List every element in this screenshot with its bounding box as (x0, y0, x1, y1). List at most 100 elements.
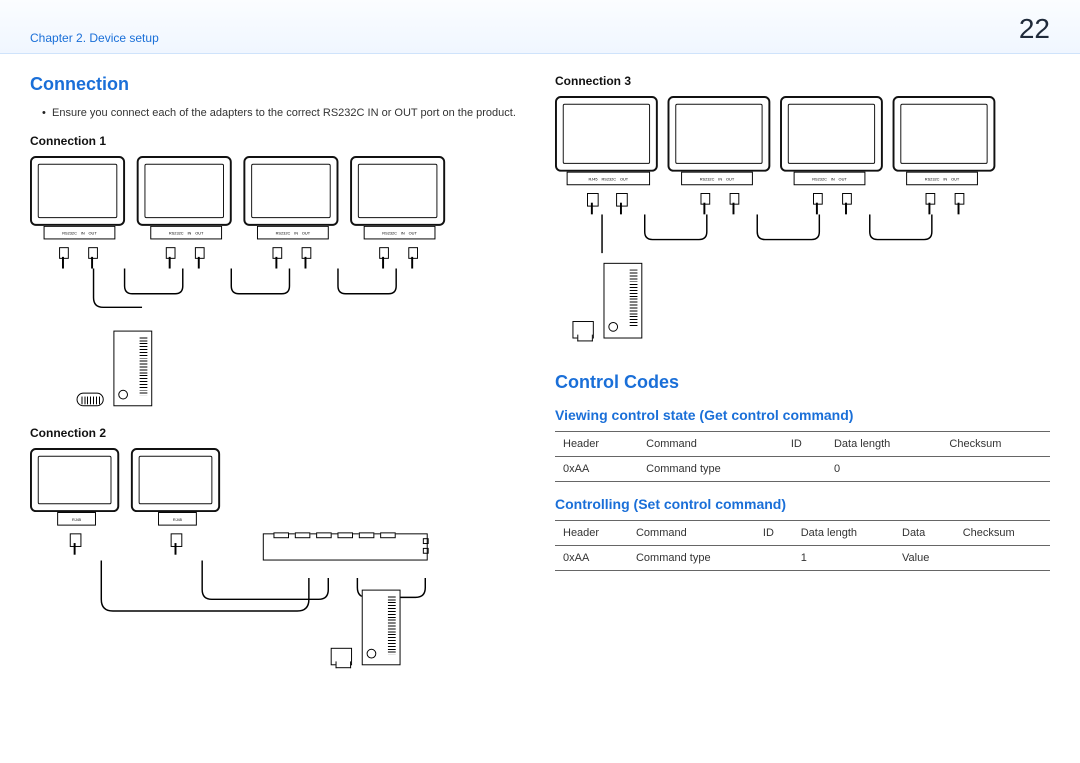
rs232c-port-plate: RS232C IN OUT (150, 225, 222, 239)
display-unit: RS232C IN OUT (668, 96, 771, 172)
connection-2-title: Connection 2 (30, 426, 525, 440)
plug-pair (243, 247, 338, 268)
rs232c-port-plate: RS232C IN OUT (794, 172, 866, 186)
page-header: Chapter 2. Device setup 22 (0, 0, 1080, 54)
lan-connector-icon (331, 647, 352, 664)
control-codes-heading: Control Codes (555, 372, 1050, 393)
plug-icon (954, 193, 964, 214)
cable-diagram (30, 268, 510, 326)
lan-plug (30, 533, 119, 560)
connection-notes: Ensure you connect each of the adapters … (30, 105, 525, 122)
get-command-heading: Viewing control state (Get control comma… (555, 407, 1050, 423)
plug-icon (841, 193, 851, 214)
port-label-out: OUT (726, 176, 734, 181)
table-row: 0xAA Command type 0 (555, 457, 1050, 482)
display-unit: RJ45 RS232C OUT (555, 96, 658, 172)
table-cell: 0 (826, 457, 941, 482)
col-header: Command (638, 432, 783, 457)
cable-diagram (30, 560, 510, 628)
table-cell: 1 (793, 546, 894, 571)
port-label-in: IN (401, 230, 405, 235)
col-header: Checksum (955, 521, 1050, 546)
connection-3-screens: RJ45 RS232C OUT RS232C IN OUT RS232C (555, 96, 995, 172)
plug-icon (301, 247, 311, 268)
port-label-rj45: RJ45 (72, 516, 81, 521)
table-cell: 0xAA (555, 457, 638, 482)
rs232c-port-plate: RS232C IN OUT (681, 172, 753, 186)
mixed-port-plate: RJ45 RS232C OUT (567, 172, 650, 186)
rs232c-port-plate: RS232C IN OUT (44, 225, 116, 239)
table-cell (755, 546, 793, 571)
chapter-label: Chapter 2. Device setup (30, 13, 159, 45)
plug-icon (729, 193, 739, 214)
port-label-rs232c: RS232C (700, 176, 715, 181)
connection-heading: Connection (30, 74, 525, 95)
rs232c-port-plate: RS232C IN OUT (364, 225, 436, 239)
connection-2-screens: RJ45 RJ45 (30, 448, 220, 512)
table-header-row: Header Command ID Data length Checksum (555, 432, 1050, 457)
set-command-heading: Controlling (Set control command) (555, 496, 1050, 512)
port-label-rs232c: RS232C (601, 176, 616, 181)
port-label-out: OUT (195, 230, 203, 235)
table-row: 0xAA Command type 1 Value (555, 546, 1050, 571)
port-label-in: IN (718, 176, 722, 181)
plug-icon (407, 247, 417, 268)
rs232c-port-plate: RS232C IN OUT (257, 225, 329, 239)
col-header: ID (783, 432, 826, 457)
plug-icon (58, 247, 68, 268)
port-label-in: IN (943, 176, 947, 181)
port-label-rs232c: RS232C (276, 230, 291, 235)
port-label-rs232c: RS232C (62, 230, 77, 235)
col-header: Header (555, 432, 638, 457)
display-unit: RS232C IN OUT (137, 156, 232, 226)
display-unit: RS232C IN OUT (893, 96, 996, 172)
left-column: Connection Ensure you connect each of th… (30, 74, 525, 672)
port-label-out: OUT (951, 176, 959, 181)
connection-3-title: Connection 3 (555, 74, 1050, 88)
table-cell (955, 546, 1050, 571)
plug-pair (893, 193, 996, 214)
col-header: Data length (793, 521, 894, 546)
table-cell (941, 457, 1050, 482)
rs232c-port-plate: RS232C IN OUT (906, 172, 978, 186)
plug-icon (587, 193, 597, 214)
connection-2-diagram: RJ45 RJ45 (30, 448, 510, 665)
port-label-in: IN (294, 230, 298, 235)
plug-pair (137, 247, 232, 268)
col-header: Data length (826, 432, 941, 457)
table-cell (783, 457, 826, 482)
plug-pair (780, 193, 883, 214)
rj45-port-plate: RJ45 (158, 512, 197, 526)
plug-icon (70, 533, 80, 554)
plug-icon (165, 247, 175, 268)
connection-1-title: Connection 1 (30, 134, 525, 148)
pc-tower-icon (362, 589, 401, 665)
pc-block (77, 330, 153, 406)
lan-plug (131, 533, 220, 560)
plug-pair (350, 247, 445, 268)
plug-icon (925, 193, 935, 214)
display-unit: RS232C IN OUT (243, 156, 338, 226)
col-header: Checksum (941, 432, 1050, 457)
port-label-rs232c: RS232C (382, 230, 397, 235)
pc-block (572, 263, 642, 339)
port-label-in: IN (831, 176, 835, 181)
display-unit: RJ45 (30, 448, 119, 512)
plug-icon (194, 247, 204, 268)
col-header: Command (628, 521, 755, 546)
plug-icon (378, 247, 388, 268)
cable-svg (30, 560, 510, 628)
port-label-rj45: RJ45 (173, 516, 182, 521)
port-label-rs232c: RS232C (169, 230, 184, 235)
plug-icon (812, 193, 822, 214)
plug-icon (87, 247, 97, 268)
pc-tower-icon (113, 330, 152, 406)
cable-svg (30, 268, 510, 326)
page-content: Connection Ensure you connect each of th… (0, 54, 1080, 672)
plug-pair (555, 193, 658, 214)
plug-icon (700, 193, 710, 214)
plug-row (555, 193, 995, 214)
plug-row (30, 533, 428, 560)
set-command-table: Header Command ID Data length Data Check… (555, 520, 1050, 571)
connection-3-diagram: RJ45 RS232C OUT RS232C IN OUT RS232C (555, 96, 1035, 339)
